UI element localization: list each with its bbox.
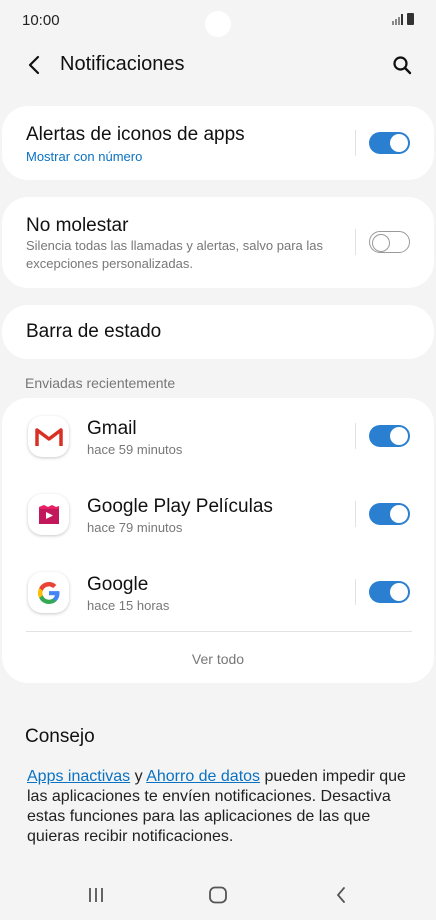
app-name: Google xyxy=(87,574,149,595)
status-bar: 10:00 xyxy=(0,0,436,44)
app-name: Gmail xyxy=(87,418,137,439)
divider xyxy=(355,501,356,527)
google-play-movies-toggle[interactable] xyxy=(369,503,410,525)
status-time: 10:00 xyxy=(22,12,60,29)
app-time: hace 15 horas xyxy=(87,598,170,613)
inactive-apps-link[interactable]: Apps inactivas xyxy=(27,768,130,785)
tip-conjunction: y xyxy=(130,768,147,785)
battery-icon xyxy=(407,13,414,25)
back-icon[interactable] xyxy=(321,880,361,910)
camera-cutout xyxy=(205,11,231,37)
google-icon xyxy=(28,572,69,613)
do-not-disturb-description: Silencia todas las llamadas y alertas, s… xyxy=(26,238,323,271)
do-not-disturb-toggle[interactable] xyxy=(369,231,410,253)
data-saver-link[interactable]: Ahorro de datos xyxy=(146,768,260,785)
badge-alerts-card[interactable]: Alertas de iconos de apps Mostrar con nú… xyxy=(2,106,434,180)
app-time: hace 59 minutos xyxy=(87,442,183,457)
tip-title: Consejo xyxy=(25,726,95,747)
divider xyxy=(26,631,412,632)
gmail-icon xyxy=(28,416,69,457)
badge-alerts-title: Alertas de iconos de apps xyxy=(26,124,245,145)
signal-icon xyxy=(392,14,403,25)
status-bar-setting-card[interactable]: Barra de estado xyxy=(2,305,434,359)
status-icons xyxy=(392,13,414,25)
page-title: Notificaciones xyxy=(60,53,185,75)
tip-text: Apps inactivas y Ahorro de datos pueden … xyxy=(27,767,407,847)
do-not-disturb-title: No molestar xyxy=(26,215,129,236)
badge-alerts-toggle[interactable] xyxy=(369,132,410,154)
recent-section-label: Enviadas recientemente xyxy=(25,375,176,391)
home-icon[interactable] xyxy=(198,880,238,910)
recent-apps-icon[interactable] xyxy=(76,880,116,910)
search-icon[interactable] xyxy=(386,49,418,81)
divider xyxy=(355,579,356,605)
see-all-button[interactable]: Ver todo xyxy=(2,651,434,667)
app-bar: Notificaciones xyxy=(0,44,436,86)
google-toggle[interactable] xyxy=(369,581,410,603)
do-not-disturb-card[interactable]: No molestar Silencia todas las llamadas … xyxy=(2,197,434,288)
app-time: hace 79 minutos xyxy=(87,520,183,535)
app-name: Google Play Películas xyxy=(87,496,273,517)
navigation-bar xyxy=(0,868,436,920)
divider xyxy=(355,130,356,156)
divider xyxy=(355,423,356,449)
back-arrow-icon[interactable] xyxy=(18,49,50,81)
status-bar-setting-title: Barra de estado xyxy=(26,321,162,342)
divider xyxy=(355,229,356,255)
badge-alerts-subtitle[interactable]: Mostrar con número xyxy=(26,149,142,164)
google-play-movies-icon xyxy=(28,494,69,535)
gmail-toggle[interactable] xyxy=(369,425,410,447)
recent-apps-card: Gmail hace 59 minutos Google Play Pelícu… xyxy=(2,398,434,683)
